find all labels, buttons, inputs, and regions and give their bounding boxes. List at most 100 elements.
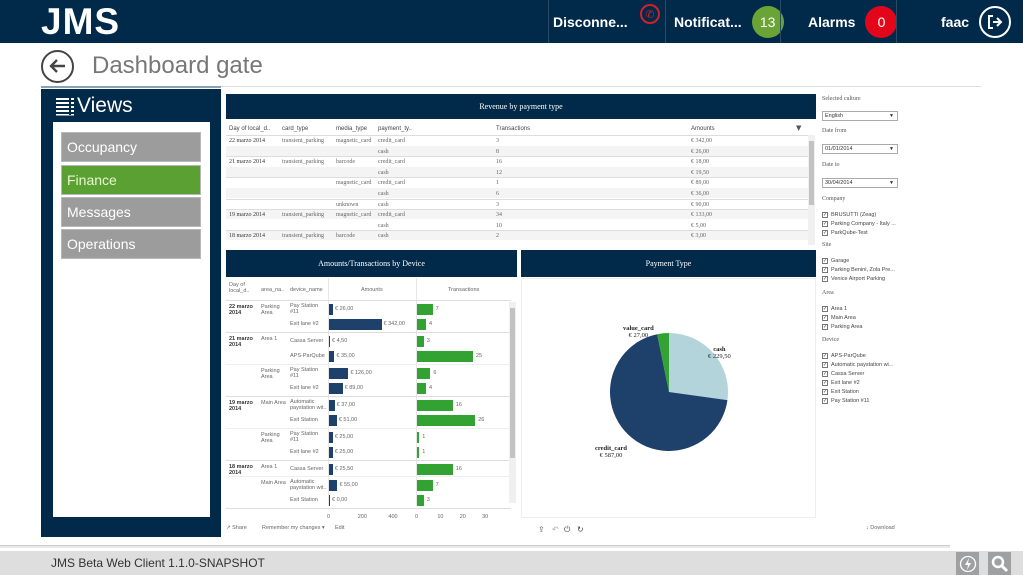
checkbox-checked-icon[interactable]: ✓ [822, 230, 828, 236]
checkbox-checked-icon[interactable]: ✓ [822, 324, 828, 330]
checkbox-checked-icon[interactable]: ✓ [822, 315, 828, 321]
table-row: unknown cash 3 € 90,00 [226, 198, 808, 209]
table-cell: 3 [496, 138, 499, 144]
divider [780, 0, 781, 43]
table-cell: 34 [496, 212, 502, 219]
view-item-occupancy[interactable]: Occupancy [61, 132, 201, 162]
payment-type-chart: value_card € 27,00 cash € 229,50 credit_ca… [521, 278, 816, 518]
checkbox-label: Cassa Server [831, 371, 865, 377]
column-header[interactable]: Transactions [496, 126, 530, 132]
edit-link[interactable]: Edit [335, 525, 344, 531]
amount-label: € 342,00 [383, 321, 405, 327]
back-button[interactable] [41, 49, 74, 83]
table-cell: credit_card [378, 180, 405, 187]
table-cell: transient_parking [282, 138, 324, 144]
column-header[interactable]: Day of local_d.. [229, 126, 270, 132]
view-label: Messages [67, 204, 131, 220]
amount-bar [329, 447, 333, 458]
area-label: Parking Area [261, 304, 280, 316]
user-menu[interactable]: faac [941, 0, 1012, 43]
alarms-button[interactable]: Alarms 0 [808, 0, 898, 43]
revenue-title: Revenue by payment type [479, 102, 563, 111]
filter-checkbox[interactable]: ✓ Exit lane #2 [822, 380, 860, 386]
filter-checkbox[interactable]: ✓ Exit Station [822, 389, 859, 395]
device-panel-header: Amounts/Transactions by Device [226, 250, 517, 277]
column-header[interactable]: payment_ty.. [378, 126, 412, 132]
column-header[interactable]: card_type [282, 126, 308, 132]
filter-checkbox[interactable]: ✓ Cassa Server [822, 371, 864, 377]
transactions-label: 1 [422, 449, 426, 455]
notifications-button[interactable]: Notificat... 13 [674, 0, 784, 43]
list-icon [56, 98, 74, 116]
filter-checkbox[interactable]: ✓ Venice Airport Parking [822, 276, 885, 282]
connection-status[interactable]: Disconne... [553, 0, 628, 43]
checkbox-checked-icon[interactable]: ✓ [822, 258, 828, 264]
horizontal-scrollbar[interactable] [0, 545, 950, 548]
filter-checkbox[interactable]: ✓ Automatic paystation wi... [822, 362, 893, 368]
column-header[interactable]: device_name [290, 287, 350, 293]
filter-checkbox[interactable]: ✓ Parking Company - Italy ... [822, 221, 896, 227]
filter-checkbox[interactable]: ✓ Area 1 [822, 306, 847, 312]
company-label: Company [822, 196, 846, 202]
filter-checkbox[interactable]: ✓ BRUSUTTI (Zeag) [822, 212, 876, 218]
revenue-scrollbar[interactable] [808, 135, 815, 245]
column-header[interactable]: Transactions [448, 287, 508, 293]
export-icon[interactable]: ⇪ [538, 525, 545, 534]
scrollbar-thumb[interactable] [809, 141, 814, 205]
arrow-left-icon [48, 59, 65, 73]
date-from-select[interactable]: 01/01/2014 ▼ [822, 144, 898, 154]
remember-changes-dropdown[interactable]: Remember my changes ▾ [262, 525, 325, 531]
checkbox-checked-icon[interactable]: ✓ [822, 267, 828, 273]
checkbox-checked-icon[interactable]: ✓ [822, 221, 828, 227]
checkbox-checked-icon[interactable]: ✓ [822, 276, 828, 282]
table-row: 19 marzo 2014 transient_parking magnetic_c… [226, 209, 808, 220]
column-header[interactable]: Amounts [691, 126, 715, 132]
share-link[interactable]: ↗ Share [226, 525, 247, 531]
device-row: Exit lane #2 € 25,00 1 [226, 444, 511, 460]
amount-label: € 126,00 [350, 370, 372, 376]
filter-icon[interactable]: ▼ [796, 124, 801, 132]
amount-bar [329, 304, 333, 315]
date-to-select[interactable]: 30/04/2014 ▼ [822, 178, 898, 188]
search-button[interactable] [988, 552, 1011, 575]
undo-icon[interactable]: ↶ [552, 525, 559, 534]
checkbox-checked-icon[interactable]: ✓ [822, 353, 828, 359]
column-header[interactable]: Day of local_d.. [229, 282, 251, 294]
transactions-bar [417, 480, 433, 491]
filter-checkbox[interactable]: ✓ Parking Area [822, 324, 863, 330]
column-header[interactable]: Amounts [361, 287, 421, 293]
table-cell: € 18,00 [691, 159, 709, 166]
checkbox-checked-icon[interactable]: ✓ [822, 389, 828, 395]
device-row: Parking Area Pay Station #11 € 25,00 1 [226, 428, 511, 444]
view-item-finance[interactable]: Finance [61, 165, 201, 195]
quick-action-button[interactable] [956, 552, 979, 575]
filter-checkbox[interactable]: ✓ Garage [822, 258, 849, 264]
filter-checkbox[interactable]: ✓ Parking Benini, Zola Pre... [822, 267, 895, 273]
logout-icon[interactable] [979, 5, 1012, 38]
checkbox-checked-icon[interactable]: ✓ [822, 212, 828, 218]
device-scrollbar[interactable] [509, 302, 516, 503]
download-link[interactable]: ↓ Download [866, 525, 895, 531]
checkbox-checked-icon[interactable]: ✓ [822, 306, 828, 312]
refresh-icon[interactable]: ↻ [577, 525, 584, 534]
checkbox-checked-icon[interactable]: ✓ [822, 371, 828, 377]
scrollbar-thumb[interactable] [510, 308, 515, 458]
checkbox-checked-icon[interactable]: ✓ [822, 362, 828, 368]
view-item-operations[interactable]: Operations [61, 229, 201, 259]
checkbox-checked-icon[interactable]: ✓ [822, 380, 828, 386]
pie-slice-cash[interactable] [669, 333, 728, 401]
checkbox-checked-icon[interactable]: ✓ [822, 398, 828, 404]
amount-bar [329, 383, 343, 394]
filter-checkbox[interactable]: ✓ APS-ParQube [822, 353, 866, 359]
view-label: Finance [67, 172, 117, 188]
table-cell: unknown [336, 201, 359, 208]
filter-checkbox[interactable]: ✓ Main Area [822, 315, 856, 321]
view-item-messages[interactable]: Messages [61, 197, 201, 227]
filter-checkbox[interactable]: ✓ Pay Station #11 [822, 398, 869, 404]
filter-checkbox[interactable]: ✓ ParkQube-Test [822, 230, 868, 236]
column-header[interactable]: media_type [336, 126, 367, 132]
table-cell: barcode [336, 233, 355, 240]
culture-select[interactable]: English ▼ [822, 111, 898, 121]
power-icon[interactable]: ⏻ [564, 525, 570, 535]
checkbox-label: BRUSUTTI (Zeag) [831, 212, 877, 218]
